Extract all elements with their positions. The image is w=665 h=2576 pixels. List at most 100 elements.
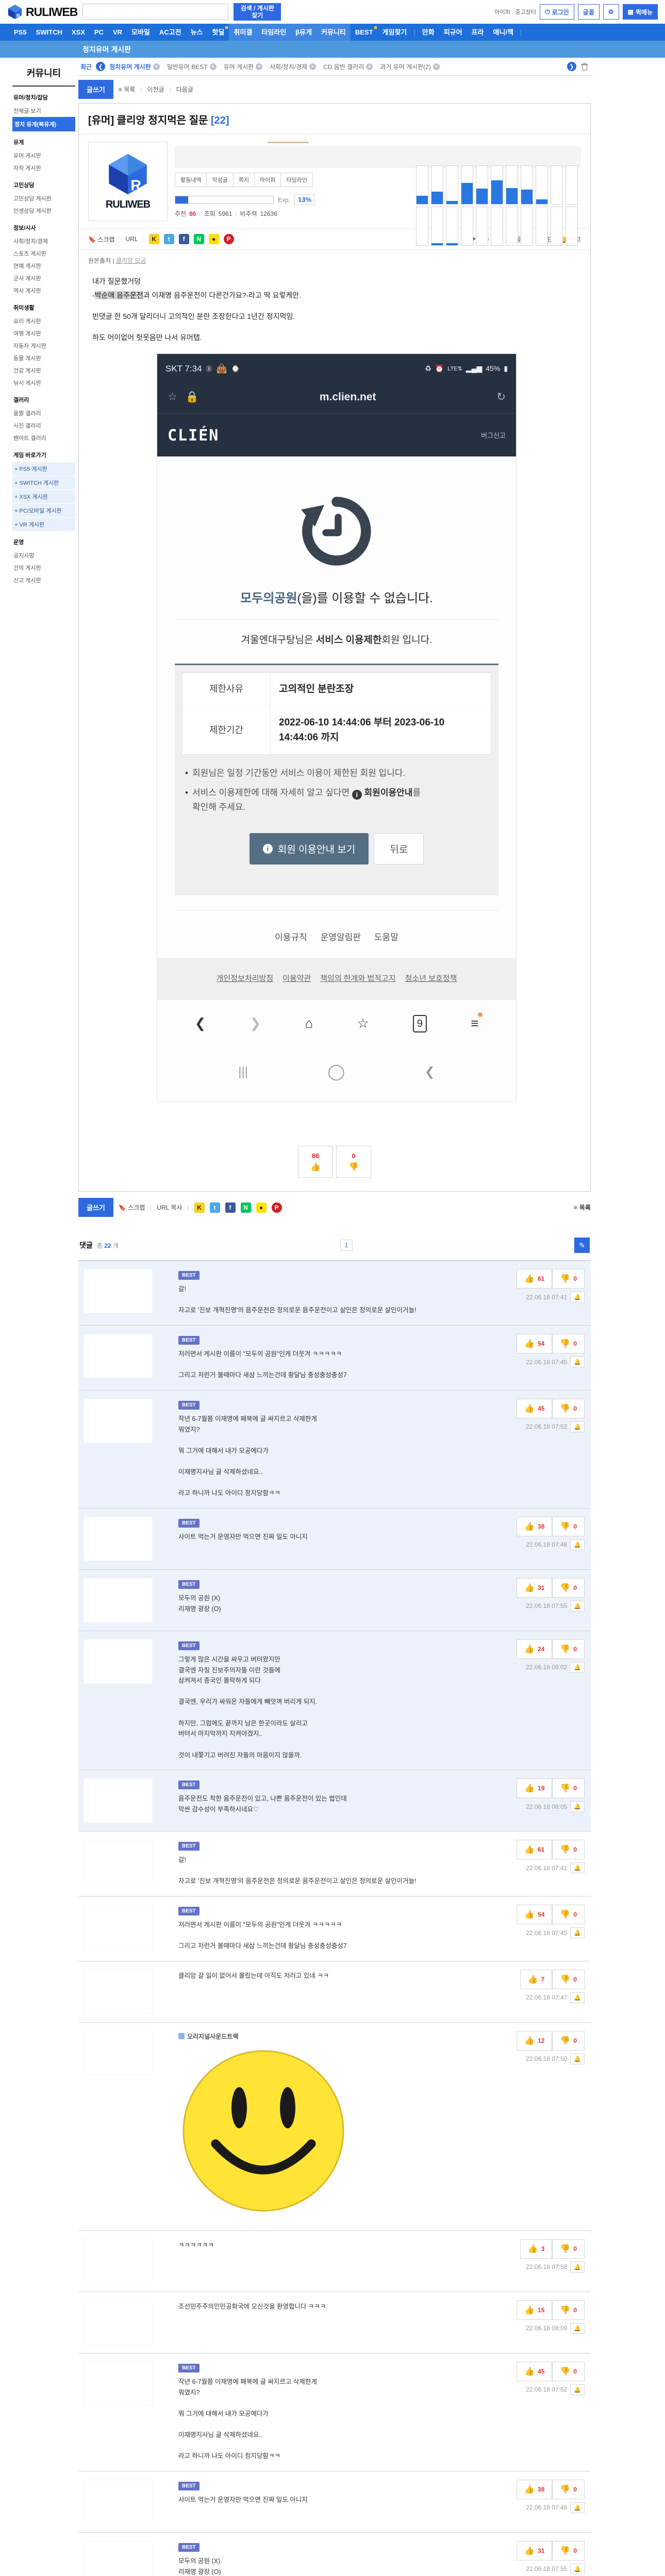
- report-bell-icon[interactable]: 🔔: [570, 2384, 585, 2395]
- board-tab[interactable]: CD 음반 갤러리✕: [323, 62, 373, 71]
- sidebar-item[interactable]: 요리 게시판: [12, 315, 75, 327]
- twitter-icon[interactable]: t: [164, 234, 174, 244]
- sidebar-item[interactable]: 여행 게시판: [12, 327, 75, 340]
- sidebar-item[interactable]: + SWITCH 게시판: [12, 476, 75, 489]
- comment-upvote-button[interactable]: 👍61: [517, 1269, 552, 1289]
- board-tab[interactable]: 정치유머 게시판✕: [109, 62, 160, 71]
- profile-tab[interactable]: 마이피: [255, 173, 281, 187]
- report-bell-icon[interactable]: 🔔: [570, 2323, 585, 2334]
- sidebar-item[interactable]: + XSX 게시판: [12, 490, 75, 503]
- comment-upvote-button[interactable]: 👍38: [517, 1517, 552, 1536]
- sidebar-item[interactable]: 전체글 보기: [12, 105, 75, 117]
- nav-item-타임라인[interactable]: 타임라인: [257, 24, 291, 41]
- prev-post-button[interactable]: 이전글: [147, 85, 164, 94]
- comment-upvote-button[interactable]: 👍24: [517, 1639, 552, 1659]
- upvote-button[interactable]: 86 👍: [298, 1146, 333, 1178]
- list-button[interactable]: ≡ 목록: [574, 1203, 591, 1212]
- nav-item-AC고전[interactable]: AC고전: [155, 24, 186, 41]
- close-tab-icon[interactable]: ✕: [309, 63, 316, 70]
- post-comment-count[interactable]: [22]: [211, 115, 229, 126]
- sidebar-item[interactable]: 사진 갤러리: [12, 419, 75, 432]
- scrap-button[interactable]: 🔖 스크랩: [119, 1203, 145, 1212]
- sidebar-item[interactable]: 움짤 갤러리: [12, 407, 75, 419]
- report-bell-icon[interactable]: 🔔: [570, 1927, 585, 1938]
- report-bell-icon[interactable]: 🔔: [570, 1357, 585, 1367]
- naver-icon[interactable]: N: [194, 234, 204, 244]
- comment-downvote-button[interactable]: 👎0: [552, 1905, 585, 1924]
- facebook-icon[interactable]: f: [225, 1202, 236, 1213]
- tabs-scroll-left-button[interactable]: ❮: [96, 62, 105, 71]
- comment-upvote-button[interactable]: 👍54: [517, 1334, 552, 1353]
- sidebar-item[interactable]: 자작 게시판: [12, 162, 75, 174]
- sidebar-item[interactable]: 동물 게시판: [12, 352, 75, 364]
- sidebar-item[interactable]: 신고 게시판: [12, 574, 75, 586]
- report-bell-icon[interactable]: 🔔: [570, 2502, 585, 2513]
- report-bell-icon[interactable]: 🔔: [570, 2054, 585, 2064]
- comment-downvote-button[interactable]: 👎0: [552, 2480, 585, 2499]
- sidebar-item[interactable]: 유머 게시판: [12, 149, 75, 162]
- sidebar-item[interactable]: 팬아트 갤러리: [12, 432, 75, 444]
- comment-downvote-button[interactable]: 👎0: [552, 1334, 585, 1353]
- sidebar-item[interactable]: 정치 유게(북유게): [12, 117, 75, 131]
- nav-item-PC[interactable]: PC: [90, 24, 108, 41]
- sidebar-item[interactable]: 건강 게시판: [12, 364, 75, 377]
- board-tab[interactable]: 일반유머 BEST✕: [167, 62, 217, 71]
- nav-item-뉴스[interactable]: 뉴스: [186, 24, 208, 41]
- sidebar-item[interactable]: + VR 게시판: [12, 518, 75, 531]
- nav-item-피규어[interactable]: 피규어: [439, 24, 467, 41]
- comment-downvote-button[interactable]: 👎0: [552, 2031, 585, 2050]
- sidebar-item[interactable]: 인생상담 게시판: [12, 205, 75, 217]
- nav-item-β유게[interactable]: β유게: [291, 24, 317, 41]
- mypi-link[interactable]: 마이피 · 중고장터: [494, 8, 536, 16]
- comment-upvote-button[interactable]: 👍15: [517, 2300, 552, 2320]
- nav-item-PS5[interactable]: PS5: [9, 24, 31, 41]
- comment-downvote-button[interactable]: 👎0: [552, 1578, 585, 1598]
- profile-tab[interactable]: 작성글: [207, 173, 233, 187]
- comment-upvote-button[interactable]: 👍61: [517, 1840, 552, 1859]
- report-bell-icon[interactable]: 🔔: [570, 1862, 585, 1873]
- naver-icon[interactable]: N: [241, 1202, 251, 1213]
- comment-downvote-button[interactable]: 👎0: [552, 1840, 585, 1859]
- comment-downvote-button[interactable]: 👎0: [552, 1778, 585, 1798]
- source-link[interactable]: 클리앙 모공: [116, 257, 146, 264]
- profile-tab[interactable]: 타임라인: [281, 173, 312, 187]
- next-post-button[interactable]: 다음글: [176, 85, 193, 94]
- report-bell-icon[interactable]: 🔔: [570, 1601, 585, 1612]
- sidebar-item[interactable]: 공지사항: [12, 549, 75, 562]
- twitter-icon[interactable]: t: [210, 1202, 220, 1213]
- report-bell-icon[interactable]: 🔔: [570, 2564, 585, 2574]
- write-comment-button[interactable]: ✎: [574, 1238, 590, 1253]
- write-button[interactable]: 글쓰기: [78, 80, 113, 99]
- sidebar-item[interactable]: 건의 게시판: [12, 562, 75, 574]
- url-copy-button[interactable]: URL 복사: [157, 1203, 182, 1212]
- comment-upvote-button[interactable]: 👍54: [517, 1905, 552, 1924]
- kakaostory-icon[interactable]: ●: [256, 1202, 267, 1213]
- tabs-scroll-right-button[interactable]: ❯: [567, 62, 576, 71]
- comment-downvote-button[interactable]: 👎0: [552, 2541, 585, 2561]
- quickmenu-button[interactable]: ▦ 퀵메뉴: [623, 4, 658, 20]
- search-input[interactable]: [82, 4, 228, 20]
- comment-downvote-button[interactable]: 👎0: [552, 2300, 585, 2320]
- close-tab-icon[interactable]: ✕: [210, 63, 217, 70]
- nav-item-모바일[interactable]: 모바일: [127, 24, 155, 41]
- author-avatar[interactable]: R RULIWEB: [88, 142, 168, 221]
- comment-downvote-button[interactable]: 👎0: [552, 2362, 585, 2381]
- board-tab[interactable]: 유머 게시판✕: [224, 62, 263, 71]
- pinterest-icon[interactable]: P: [272, 1202, 282, 1213]
- board-tab[interactable]: 과거 유머 게시판(2)✕: [380, 62, 440, 71]
- ruliweb-logo[interactable]: R RULIWEB: [7, 4, 77, 20]
- sidebar-item[interactable]: 자동차 게시판: [12, 340, 75, 352]
- search-button[interactable]: 검색 / 게시판 찾기: [234, 3, 281, 21]
- comment-downvote-button[interactable]: 👎0: [552, 1639, 585, 1659]
- close-tab-icon[interactable]: ✕: [153, 63, 160, 70]
- nav-item-SWITCH[interactable]: SWITCH: [31, 24, 67, 41]
- nav-item-게임찾기[interactable]: 게임찾기: [378, 24, 412, 41]
- report-bell-icon[interactable]: 🔔: [570, 1421, 585, 1432]
- close-tab-icon[interactable]: ✕: [433, 63, 440, 70]
- font-button[interactable]: 글꼴: [578, 4, 600, 20]
- comment-upvote-button[interactable]: 👍38: [517, 2480, 552, 2499]
- comment-downvote-button[interactable]: 👎0: [552, 2239, 585, 2259]
- nav-item-프라[interactable]: 프라: [467, 24, 489, 41]
- sidebar-item[interactable]: 사회/정치/경제: [12, 235, 75, 247]
- comment-upvote-button[interactable]: 👍45: [517, 1399, 552, 1418]
